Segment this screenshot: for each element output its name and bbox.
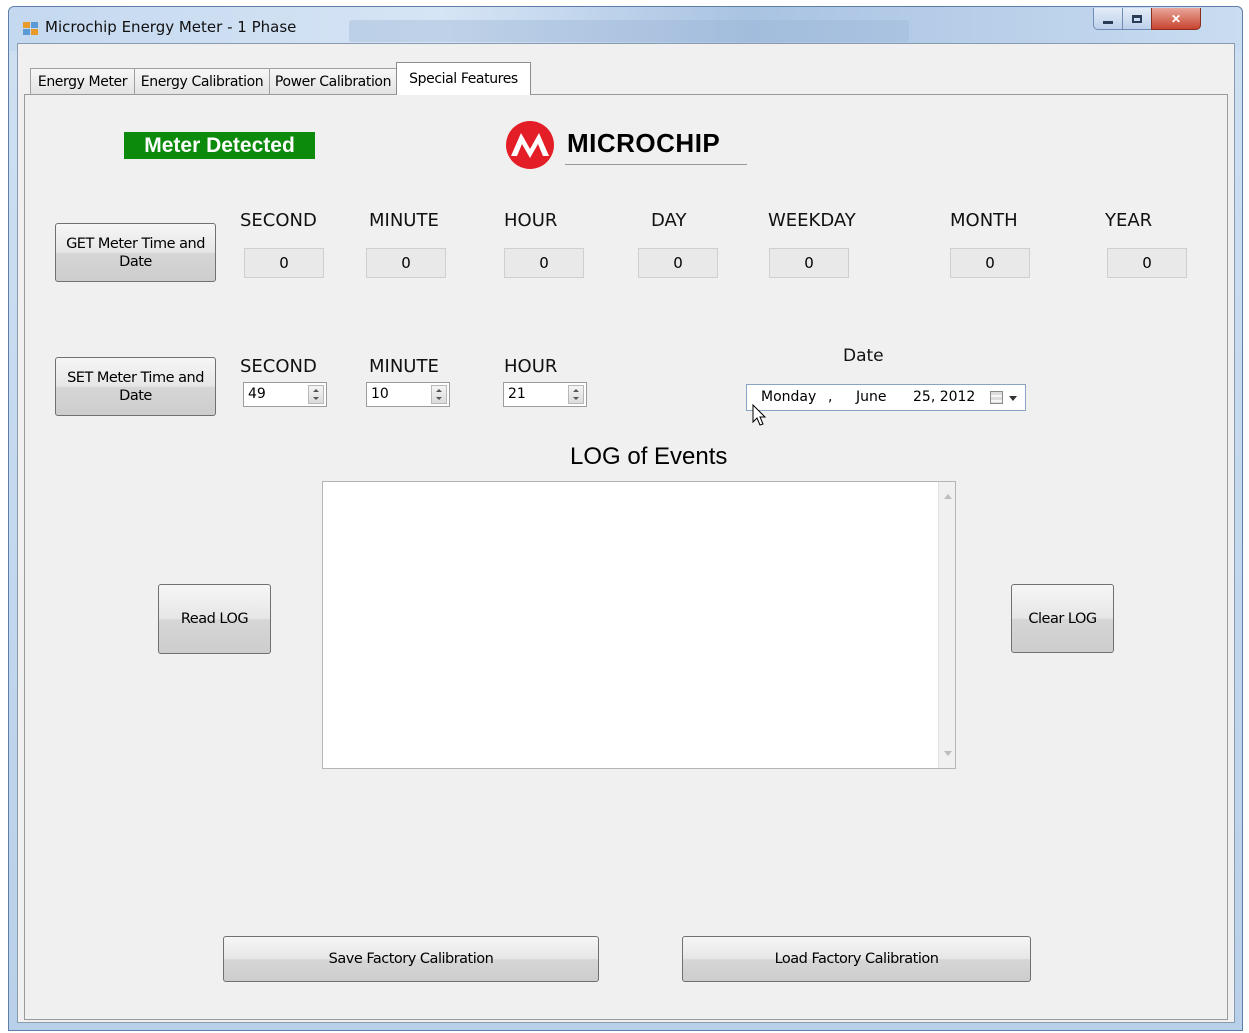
get-weekday-value: 0 [769,248,849,278]
set-second-spin-arrows[interactable] [308,385,324,404]
date-separator: , [828,389,833,405]
spin-down-icon[interactable] [436,397,442,401]
set-hour-stepper[interactable]: 21 [503,382,587,407]
tab-strip: Energy Meter Energy Calibration Power Ca… [18,44,1234,95]
get-year-value: 0 [1107,248,1187,278]
save-factory-calibration-button[interactable]: Save Factory Calibration [223,936,599,982]
date-weekday[interactable]: Monday [761,389,816,405]
scroll-down-icon[interactable] [944,751,952,756]
log-scrollbar[interactable] [938,482,955,768]
maximize-button[interactable] [1122,8,1152,30]
set-meter-time-button[interactable]: SET Meter Time and Date [55,357,216,416]
logo-text: MICROCHIP [567,128,721,158]
get-weekday-label: WEEKDAY [768,210,856,231]
date-label: Date [843,346,884,366]
calendar-icon[interactable] [990,391,1003,404]
tab-power-calibration[interactable]: Power Calibration [269,68,397,94]
chevron-down-icon[interactable] [1009,396,1017,401]
spin-down-icon[interactable] [313,397,319,401]
maximize-icon [1132,14,1142,23]
set-second-value[interactable]: 49 [248,386,266,402]
set-hour-spin-arrows[interactable] [568,385,584,404]
get-second-label: SECOND [240,210,317,231]
close-icon: ✕ [1170,11,1182,26]
set-hour-value[interactable]: 21 [508,386,526,402]
spin-up-icon[interactable] [313,388,319,392]
set-second-label: SECOND [240,356,317,377]
log-title: LOG of Events [570,443,728,470]
clear-log-button[interactable]: Clear LOG [1011,584,1114,653]
logo-underline [565,164,747,165]
app-window-icon[interactable] [23,22,39,36]
date-picker[interactable]: Monday , June 25, 2012 [746,384,1026,411]
log-text-area[interactable] [322,481,956,769]
spin-down-icon[interactable] [573,397,579,401]
set-minute-label: MINUTE [369,356,439,377]
set-minute-value[interactable]: 10 [371,386,389,402]
microchip-logo: MICROCHIP [505,120,747,170]
tab-special-features[interactable]: Special Features [396,62,531,95]
minimize-button[interactable] [1093,8,1123,30]
status-badge: Meter Detected [124,132,315,159]
get-month-value: 0 [950,248,1030,278]
tab-energy-meter[interactable]: Energy Meter [30,68,135,94]
get-hour-value: 0 [504,248,584,278]
spin-up-icon[interactable] [573,388,579,392]
get-second-value: 0 [244,248,324,278]
window-title: Microchip Energy Meter - 1 Phase [45,18,297,36]
tab-energy-calibration[interactable]: Energy Calibration [134,68,270,94]
get-minute-label: MINUTE [369,210,439,231]
scroll-up-icon[interactable] [944,494,952,499]
read-log-button[interactable]: Read LOG [158,584,271,654]
set-hour-label: HOUR [504,356,558,377]
titlebar-background [349,20,909,42]
get-day-value: 0 [638,248,718,278]
get-day-label: DAY [651,210,687,231]
get-month-label: MONTH [950,210,1018,231]
mouse-pointer-icon [752,404,767,426]
get-meter-time-button[interactable]: GET Meter Time and Date [55,223,216,282]
close-button[interactable]: ✕ [1151,8,1201,30]
set-second-stepper[interactable]: 49 [243,382,327,407]
set-minute-spin-arrows[interactable] [431,385,447,404]
date-day-year[interactable]: 25, 2012 [913,389,975,405]
get-year-label: YEAR [1105,210,1153,231]
set-minute-stepper[interactable]: 10 [366,382,450,407]
date-month[interactable]: June [856,389,887,405]
get-minute-value: 0 [366,248,446,278]
microchip-logo-icon [506,121,554,169]
load-factory-calibration-button[interactable]: Load Factory Calibration [682,936,1031,982]
get-hour-label: HOUR [504,210,558,231]
spin-up-icon[interactable] [436,388,442,392]
minimize-icon [1103,21,1113,24]
